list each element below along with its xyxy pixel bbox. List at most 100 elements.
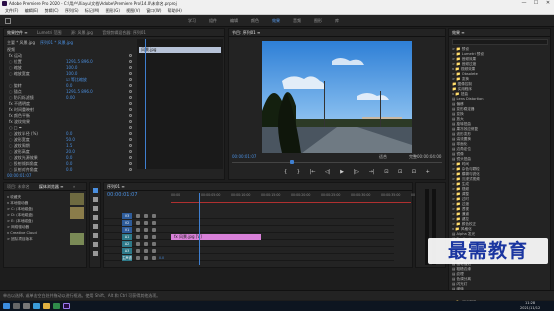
timeline-playhead[interactable]: [199, 193, 200, 265]
resolution-dropdown[interactable]: 完整: [409, 154, 417, 160]
tab-media-browser[interactable]: 媒体浏览器 ≡: [39, 183, 64, 190]
tab-effect-controls[interactable]: 效果控件 ≡: [7, 29, 28, 36]
toggle-output-icon[interactable]: [144, 256, 148, 260]
program-timecode[interactable]: 00:00:01:07: [232, 154, 256, 160]
workspace-tab[interactable]: 颜色: [251, 18, 259, 24]
keyframe-reset-icon[interactable]: [129, 162, 132, 165]
keyframe-reset-icon[interactable]: [129, 132, 132, 135]
keyframe-reset-icon[interactable]: [129, 126, 132, 129]
step-back-button[interactable]: ◁|: [325, 169, 331, 175]
store-icon[interactable]: [53, 303, 60, 309]
tab-effects[interactable]: 效果 ≡: [452, 29, 465, 36]
menu-file[interactable]: 文件(F): [5, 7, 18, 15]
lock-icon[interactable]: [136, 228, 140, 232]
mute-icon[interactable]: [152, 242, 156, 246]
menu-graphics[interactable]: 图形(G): [106, 7, 120, 15]
keyframe-reset-icon[interactable]: [129, 102, 132, 105]
effects-search-input[interactable]: [452, 39, 548, 45]
time-ruler[interactable]: 00:00 00:00:05:00 00:00:10:00 00:00:15:00 00…: [171, 193, 430, 201]
mute-icon[interactable]: [152, 235, 156, 239]
keyframe-reset-icon[interactable]: [129, 84, 132, 87]
toggle-output-icon[interactable]: [144, 221, 148, 225]
tab-sequence[interactable]: 序列01 ≡: [107, 183, 125, 190]
start-icon[interactable]: [3, 303, 10, 309]
track-header[interactable]: A3: [122, 248, 132, 254]
selection-tool-icon[interactable]: [93, 188, 98, 193]
clock[interactable]: 11:28 2021/11/12: [520, 301, 540, 311]
keyframe-reset-icon[interactable]: [129, 144, 132, 147]
keyframe-reset-icon[interactable]: [129, 78, 132, 81]
menu-marker[interactable]: 标记(M): [85, 7, 100, 15]
toggle-output-icon[interactable]: [144, 235, 148, 239]
mute-icon[interactable]: [152, 256, 156, 260]
premiere-taskbar-icon[interactable]: [63, 303, 70, 309]
timeline-clip[interactable]: fx 风景.jpg [V]: [171, 234, 261, 240]
track-header[interactable]: 主声道: [122, 255, 132, 261]
lock-icon[interactable]: [136, 242, 140, 246]
task-view-icon[interactable]: [23, 303, 30, 309]
keyframe-reset-icon[interactable]: [129, 108, 132, 111]
track-header[interactable]: V3: [122, 213, 132, 219]
track-header[interactable]: A1: [122, 234, 132, 240]
keyframe-reset-icon[interactable]: [129, 120, 132, 123]
menu-sequence[interactable]: 序列(S): [65, 7, 79, 15]
mute-icon[interactable]: [152, 249, 156, 253]
mini-clip[interactable]: 风景.jpg: [139, 47, 221, 53]
workspace-tab[interactable]: 音频: [293, 18, 301, 24]
extract-button[interactable]: ⊡: [398, 169, 402, 175]
keyframe-reset-icon[interactable]: [129, 66, 132, 69]
minimize-button[interactable]: —: [518, 0, 530, 7]
keyframe-reset-icon[interactable]: [129, 96, 132, 99]
tab-overflow[interactable]: »: [73, 183, 75, 190]
toggle-output-icon[interactable]: [144, 242, 148, 246]
property-value[interactable]: 0.00: [66, 95, 75, 101]
razor-tool-icon[interactable]: [93, 215, 98, 220]
lock-icon[interactable]: [136, 256, 140, 260]
keyframe-reset-icon[interactable]: [129, 156, 132, 159]
edge-icon[interactable]: [33, 303, 40, 309]
mark-in-button[interactable]: {: [284, 169, 287, 175]
workspace-tab[interactable]: 组件: [209, 18, 217, 24]
menu-window[interactable]: 窗口(W): [146, 7, 161, 15]
work-area-bar[interactable]: [171, 202, 411, 203]
track-header[interactable]: V1: [122, 227, 132, 233]
property-value[interactable]: 0.0: [66, 167, 72, 173]
keyframe-reset-icon[interactable]: [129, 138, 132, 141]
workspace-tab[interactable]: 编辑: [230, 18, 238, 24]
go-to-out-button[interactable]: →|: [369, 169, 375, 175]
search-icon[interactable]: [13, 303, 20, 309]
program-scrubber[interactable]: [232, 162, 442, 163]
mark-out-button[interactable]: }: [297, 169, 300, 175]
menu-help[interactable]: 帮助(H): [168, 7, 182, 15]
timeline-timecode[interactable]: 00:00:01:07: [107, 192, 138, 198]
menu-clip[interactable]: 剪辑(C): [45, 7, 59, 15]
button-editor-button[interactable]: +: [426, 169, 430, 175]
keyframe-reset-icon[interactable]: [129, 90, 132, 93]
slip-tool-icon[interactable]: [93, 224, 98, 229]
close-button[interactable]: ✕: [542, 0, 554, 7]
keyframe-reset-icon[interactable]: [129, 72, 132, 75]
fit-dropdown[interactable]: 适合: [379, 154, 387, 160]
sequence-clip-label[interactable]: 序列01 * 风景.jpg: [40, 40, 73, 46]
pen-tool-icon[interactable]: [93, 233, 98, 238]
tab-program[interactable]: 节目: 序列01 ≡: [232, 29, 260, 36]
lift-button[interactable]: ⊡: [384, 169, 388, 175]
keyframe-reset-icon[interactable]: [129, 168, 132, 171]
tab-audio-clip-mixer[interactable]: 音频剪辑混合器: 序列01: [102, 29, 146, 36]
toggle-output-icon[interactable]: [144, 214, 148, 218]
toggle-output-icon[interactable]: [144, 249, 148, 253]
workspace-tab[interactable]: 库: [335, 18, 339, 24]
master-track-value[interactable]: 0.0: [159, 256, 164, 260]
workspace-tab[interactable]: 图形: [314, 18, 322, 24]
mini-playhead[interactable]: [145, 39, 146, 169]
toggle-output-icon[interactable]: [144, 228, 148, 232]
lock-icon[interactable]: [136, 214, 140, 218]
mute-icon[interactable]: [152, 228, 156, 232]
workspace-tab[interactable]: 效果: [272, 18, 280, 24]
export-frame-button[interactable]: ⊡: [412, 169, 416, 175]
browser-tree-item[interactable]: > 团队项目版本: [7, 236, 67, 242]
keyframe-reset-icon[interactable]: [129, 150, 132, 153]
ripple-edit-tool-icon[interactable]: [93, 206, 98, 211]
thumbnail-1[interactable]: [70, 193, 84, 205]
hand-tool-icon[interactable]: [93, 242, 98, 247]
